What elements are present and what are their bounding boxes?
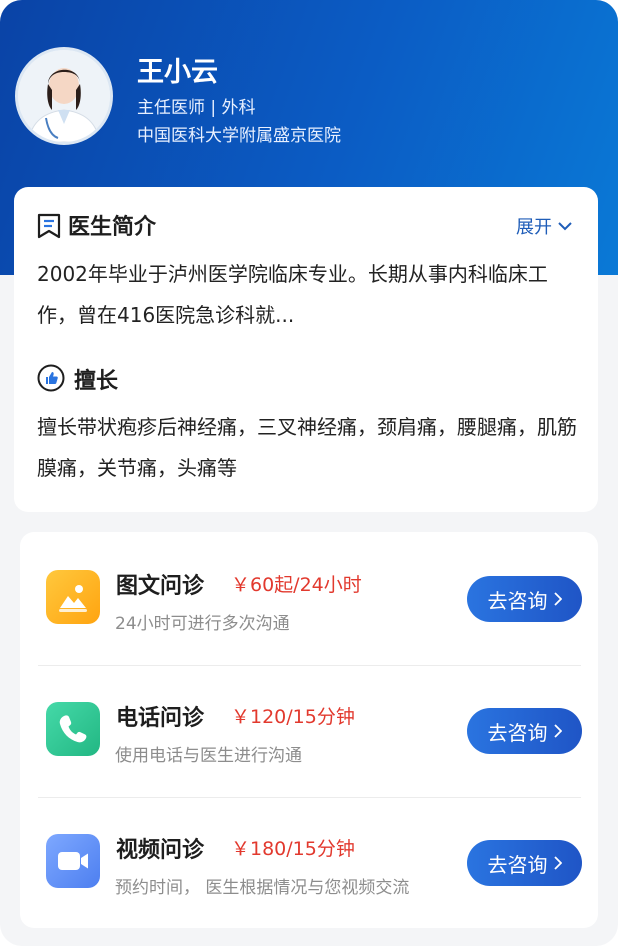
doctor-title: 主任医师 | 外科 [137, 98, 256, 118]
consult-button-video[interactable]: 去咨询 [467, 840, 582, 886]
expand-button[interactable]: 展开 [516, 213, 572, 239]
service-item-video: 视频问诊 ￥180/15分钟 预约时间， 医生根据情况与您视频交流 去咨询 [20, 796, 598, 928]
service-item-image-text: 图文问诊 ￥60起/24小时 24小时可进行多次沟通 去咨询 [20, 532, 598, 664]
consult-button-label: 去咨询 [487, 588, 548, 613]
intro-heading: 医生简介 [68, 215, 157, 240]
doctor-portrait-icon [18, 50, 110, 142]
consult-services-card: 图文问诊 ￥60起/24小时 24小时可进行多次沟通 去咨询 电话问诊 ￥120… [20, 532, 598, 928]
image-chat-icon [46, 570, 100, 624]
thumbs-up-icon [37, 364, 65, 392]
doctor-avatar [15, 47, 113, 145]
intro-book-icon [37, 213, 61, 239]
intro-text: 2002年毕业于泸州医学院临床专业。长期从事内科临床工作，曾在416医院急诊科就… [37, 262, 548, 327]
consult-button-image-text[interactable]: 去咨询 [467, 576, 582, 622]
specialty-text: 擅长带状疱疹后神经痛，三叉神经痛，颈肩痛，腰腿痛，肌筋膜痛，关节痛，头痛等 [37, 415, 577, 480]
service-name: 视频问诊 [116, 838, 205, 863]
service-item-phone: 电话问诊 ￥120/15分钟 使用电话与医生进行沟通 去咨询 [20, 664, 598, 796]
chevron-down-icon [558, 222, 572, 231]
service-price: ￥180/15分钟 [231, 838, 355, 860]
service-desc: 预约时间， 医生根据情况与您视频交流 [115, 878, 410, 898]
service-name: 图文问诊 [116, 574, 205, 599]
doctor-name: 王小云 [137, 57, 218, 88]
video-icon [46, 834, 100, 888]
expand-label: 展开 [516, 217, 552, 238]
service-price: ￥60起/24小时 [231, 574, 362, 596]
phone-icon [46, 702, 100, 756]
service-desc: 使用电话与医生进行沟通 [115, 746, 302, 766]
chevron-right-icon [553, 856, 562, 870]
service-price: ￥120/15分钟 [231, 706, 355, 728]
chevron-right-icon [553, 724, 562, 738]
specialty-heading: 擅长 [74, 369, 119, 394]
consult-button-label: 去咨询 [487, 852, 548, 877]
doctor-info-card: 医生简介 展开 2002年毕业于泸州医学院临床专业。长期从事内科临床工作，曾在4… [14, 187, 598, 512]
doctor-hospital: 中国医科大学附属盛京医院 [137, 126, 341, 146]
consult-button-phone[interactable]: 去咨询 [467, 708, 582, 754]
service-name: 电话问诊 [116, 706, 205, 731]
chevron-right-icon [553, 592, 562, 606]
doctor-profile-page: 王小云 主任医师 | 外科 中国医科大学附属盛京医院 医生简介 展开 2002年… [0, 0, 618, 946]
service-desc: 24小时可进行多次沟通 [115, 614, 290, 634]
consult-button-label: 去咨询 [487, 720, 548, 745]
